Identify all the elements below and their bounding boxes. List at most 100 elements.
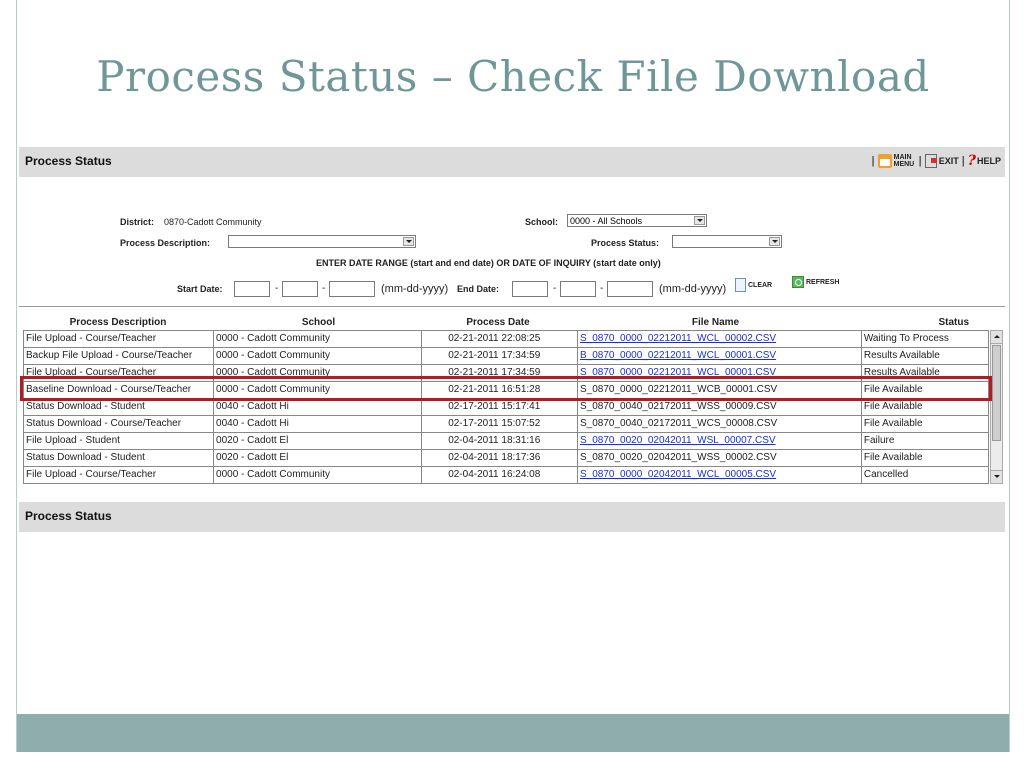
file-name-cell: S_0870_0000_02042011_WCL_00005.CSV: [577, 466, 862, 484]
file-name-cell: B_0870_0000_02212011_WCL_00001.CSV: [577, 347, 862, 365]
district-value: 0870-Cadott Community: [164, 217, 262, 227]
table-row[interactable]: File Upload - Course/Teacher 0000 - Cadot…: [22, 364, 990, 382]
school-cell: 0040 - Cadott Hi: [213, 415, 422, 433]
process-description-select[interactable]: [228, 235, 416, 248]
school-cell: 0020 - Cadott El: [213, 449, 422, 467]
chevron-down-icon: [694, 216, 705, 225]
file-download-link[interactable]: S_0870_0000_02042011_WCL_00005.CSV: [580, 469, 776, 480]
process-date-cell: 02-04-2011 18:31:16: [420, 432, 579, 450]
refresh-label: REFRESH: [806, 278, 840, 286]
table-row[interactable]: Status Download - Student 0040 - Cadott H…: [22, 398, 990, 416]
date-dash: -: [553, 283, 557, 294]
status-cell: File Available: [860, 381, 990, 399]
end-date-month-input[interactable]: [512, 281, 548, 297]
status-cell: Failure: [860, 432, 990, 450]
school-cell: 0040 - Cadott Hi: [213, 398, 422, 416]
school-cell: 0000 - Cadott Community: [213, 381, 422, 399]
slide-title: Process Status – Check File Download: [96, 52, 930, 101]
status-cell: File Available: [860, 398, 990, 416]
col-header-process-date: Process Date: [466, 317, 530, 328]
link-separator: |: [871, 155, 875, 167]
file-name-cell: S_0870_0000_02212011_WCB_00001.CSV: [577, 381, 862, 399]
top-links: | MAIN MENU | EXIT | ? HELP: [872, 153, 1001, 169]
school-select[interactable]: 0000 - All Schools: [567, 214, 707, 227]
date-dash: -: [275, 283, 279, 294]
district-label: District:: [120, 217, 155, 227]
process-date-cell: 02-04-2011 18:17:36: [420, 449, 579, 467]
status-cell: File Available: [860, 449, 990, 467]
exit-link[interactable]: EXIT: [924, 154, 959, 168]
table-row[interactable]: Backup File Upload - Course/Teacher 0000 …: [22, 347, 990, 365]
file-download-link[interactable]: B_0870_0000_02212011_WCL_00001.CSV: [580, 350, 776, 361]
file-name-cell: S_0870_0040_02172011_WSS_00009.CSV: [577, 398, 862, 416]
process-description-cell: File Upload - Course/Teacher: [22, 364, 215, 382]
process-description-cell: Baseline Download - Course/Teacher: [22, 381, 215, 399]
file-name-cell: S_0870_0020_02042011_WSS_00002.CSV: [577, 449, 862, 467]
process-date-cell: 02-17-2011 15:07:52: [420, 415, 579, 433]
end-date-label: End Date:: [457, 284, 500, 294]
school-label: School:: [525, 217, 558, 227]
scroll-thumb[interactable]: [992, 345, 1001, 441]
process-description-cell: Backup File Upload - Course/Teacher: [22, 347, 215, 365]
end-date-format-hint: (mm-dd-yyyy): [659, 283, 727, 295]
scroll-down-icon[interactable]: [991, 470, 1002, 483]
document-icon: [735, 278, 746, 292]
exit-icon: [924, 154, 937, 168]
end-date-year-input[interactable]: [607, 281, 653, 297]
refresh-button[interactable]: REFRESH: [792, 276, 839, 288]
table-row[interactable]: File Upload - Course/Teacher 0000 - Cadot…: [22, 330, 990, 348]
process-description-cell: File Upload - Course/Teacher: [22, 330, 215, 348]
file-name-cell: S_0870_0000_02212011_WCL_00002.CSV: [577, 330, 862, 348]
refresh-icon: [792, 276, 804, 288]
date-dash: -: [322, 283, 326, 294]
process-description-cell: Status Download - Student: [22, 449, 215, 467]
start-date-day-input[interactable]: [282, 281, 318, 297]
end-date-day-input[interactable]: [560, 281, 596, 297]
slide: Process Status – Check File Download Pro…: [16, 0, 1010, 752]
slide-footer-band: [17, 714, 1009, 752]
file-name-cell: S_0870_0000_02212011_WCL_00001.CSV: [577, 364, 862, 382]
process-status-footer-header: Process Status: [19, 502, 1005, 532]
process-description-label: Process Description:: [120, 238, 211, 248]
file-download-link[interactable]: S_0870_0000_02212011_WCL_00002.CSV: [580, 333, 776, 344]
school-select-value: 0000 - All Schools: [570, 216, 643, 226]
col-header-school: School: [301, 317, 336, 328]
date-range-note: ENTER DATE RANGE (start and end date) OR…: [316, 258, 661, 268]
process-description-cell: Status Download - Student: [22, 398, 215, 416]
status-cell: Cancelled: [860, 466, 990, 484]
status-cell: Results Available: [860, 364, 990, 382]
footer-section-title: Process Status: [25, 509, 112, 523]
help-link[interactable]: ? HELP: [968, 153, 1001, 169]
table-row[interactable]: Status Download - Student 0020 - Cadott E…: [22, 449, 990, 467]
home-icon: [877, 154, 892, 168]
clear-button[interactable]: CLEAR: [735, 278, 772, 292]
process-date-cell: 02-04-2011 16:24:08: [420, 466, 579, 484]
col-header-process-description: Process Description: [69, 317, 167, 328]
start-date-year-input[interactable]: [329, 281, 375, 297]
process-status-table: File Upload - Course/Teacher 0000 - Cadot…: [22, 330, 990, 484]
file-download-link[interactable]: S_0870_0000_02212011_WCL_00001.CSV: [580, 367, 776, 378]
col-header-status: Status: [938, 317, 969, 328]
col-header-file-name: File Name: [691, 317, 740, 328]
scroll-up-icon[interactable]: [991, 331, 1002, 344]
school-cell: 0000 - Cadott Community: [213, 364, 422, 382]
chevron-down-icon: [769, 237, 780, 246]
table-row[interactable]: Baseline Download - Course/Teacher 0000 -…: [22, 381, 990, 399]
link-separator: |: [961, 155, 965, 167]
header-title: Process Status: [25, 154, 112, 168]
table-scrollbar[interactable]: [990, 330, 1003, 484]
main-menu-link[interactable]: MAIN MENU: [877, 154, 916, 168]
start-date-month-input[interactable]: [234, 281, 270, 297]
table-row[interactable]: Status Download - Course/Teacher 0040 - C…: [22, 415, 990, 433]
start-date-format-hint: (mm-dd-yyyy): [381, 283, 449, 295]
process-date-cell: 02-21-2011 22:08:25: [420, 330, 579, 348]
table-row[interactable]: File Upload - Course/Teacher 0000 - Cadot…: [22, 466, 990, 484]
status-cell: Waiting To Process: [860, 330, 990, 348]
process-date-cell: 02-17-2011 15:17:41: [420, 398, 579, 416]
file-download-link[interactable]: S_0870_0020_02042011_WSL_00007.CSV: [580, 435, 776, 446]
table-row[interactable]: File Upload - Student 0020 - Cadott El 02-…: [22, 432, 990, 450]
process-status-select[interactable]: [672, 235, 782, 248]
status-cell: Results Available: [860, 347, 990, 365]
school-cell: 0000 - Cadott Community: [213, 466, 422, 484]
status-cell: File Available: [860, 415, 990, 433]
